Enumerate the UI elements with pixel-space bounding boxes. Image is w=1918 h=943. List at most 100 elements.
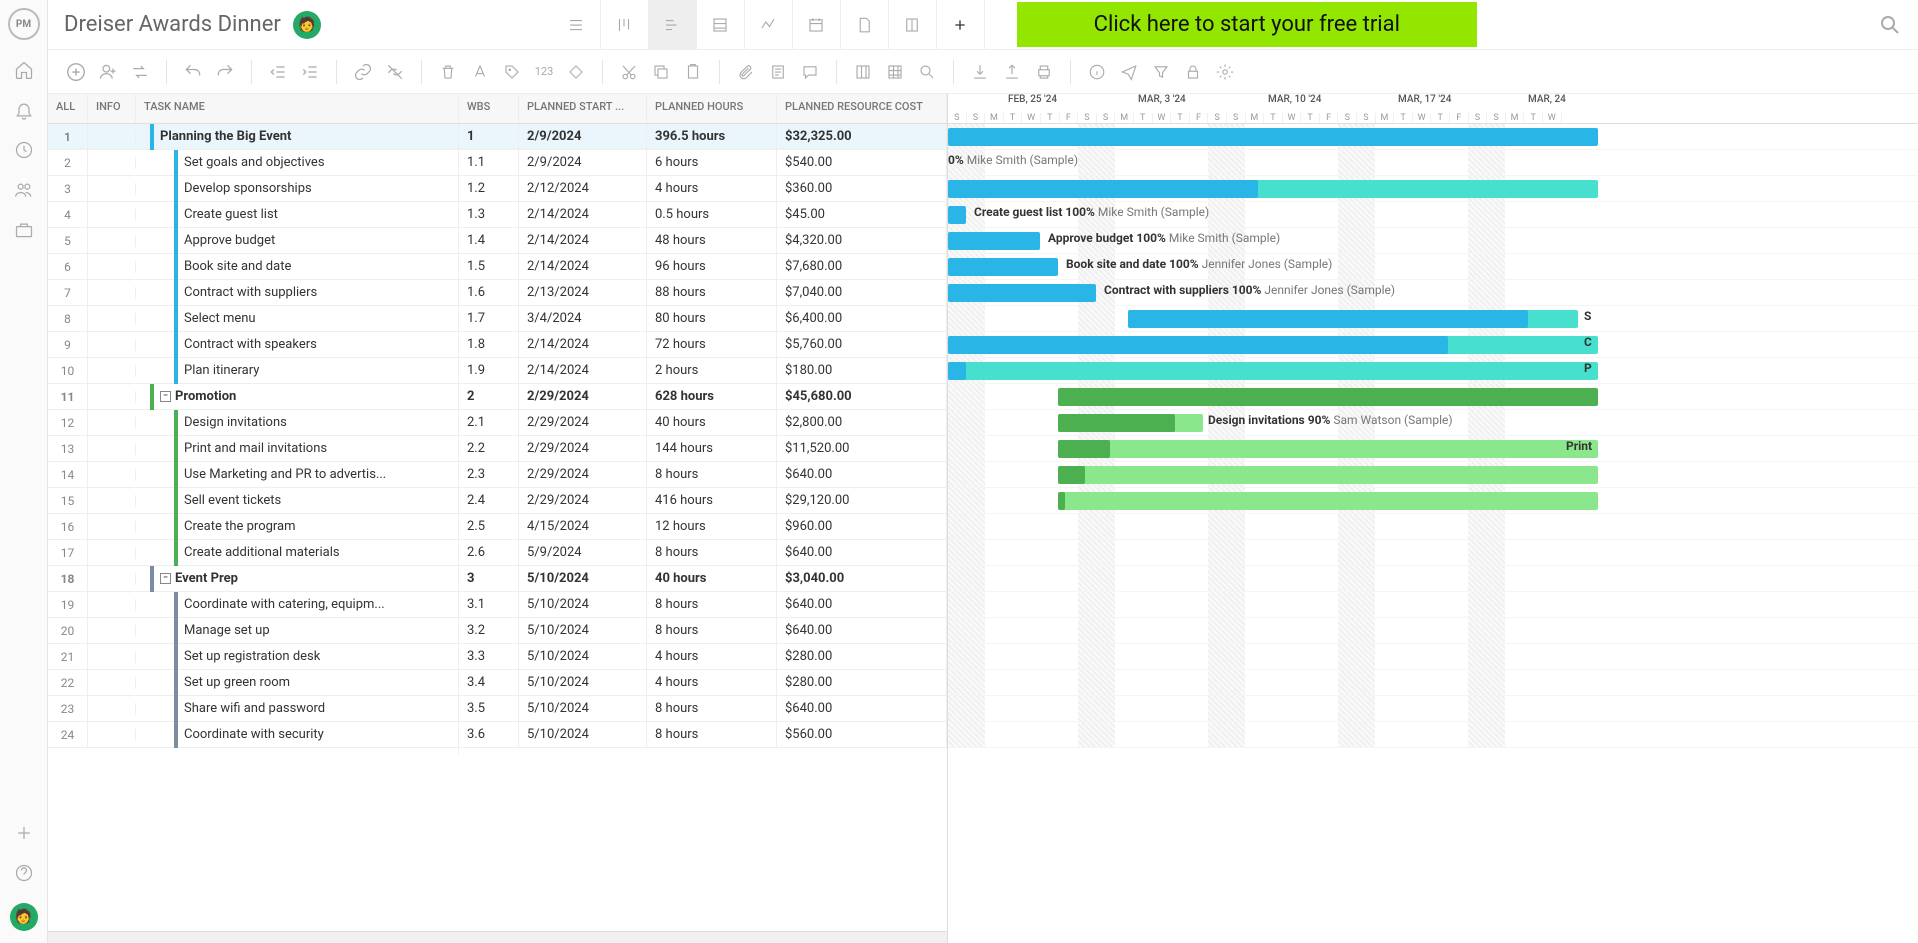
gantt-row[interactable]: S <box>948 306 1918 332</box>
cost-cell[interactable]: $6,400.00 <box>777 305 947 332</box>
col-start[interactable]: PLANNED START ... <box>519 94 647 123</box>
gantt-row[interactable] <box>948 670 1918 696</box>
gantt-row[interactable] <box>948 722 1918 748</box>
start-cell[interactable]: 2/29/2024 <box>519 487 647 514</box>
wbs-cell[interactable]: 3.6 <box>459 721 519 748</box>
collapse-icon[interactable]: − <box>160 573 171 584</box>
hours-cell[interactable]: 4 hours <box>647 643 777 670</box>
hours-cell[interactable]: 8 hours <box>647 461 777 488</box>
gantt-row[interactable]: Design invitations 90% Sam Watson (Sampl… <box>948 410 1918 436</box>
start-cell[interactable]: 2/29/2024 <box>519 461 647 488</box>
wbs-cell[interactable]: 1.9 <box>459 357 519 384</box>
cost-cell[interactable]: $32,325.00 <box>777 124 947 150</box>
col-name[interactable]: TASK NAME <box>136 94 459 123</box>
gantt-row[interactable] <box>948 462 1918 488</box>
gantt-row[interactable] <box>948 696 1918 722</box>
cost-cell[interactable]: $640.00 <box>777 461 947 488</box>
gantt-bar[interactable] <box>948 258 1058 276</box>
gantt-bar[interactable] <box>948 180 1258 198</box>
start-cell[interactable]: 2/9/2024 <box>519 124 647 150</box>
wbs-cell[interactable]: 1.7 <box>459 305 519 332</box>
gantt-row[interactable]: P <box>948 358 1918 384</box>
unlink-icon[interactable] <box>383 60 407 84</box>
cost-cell[interactable]: $7,680.00 <box>777 253 947 280</box>
start-cell[interactable]: 2/29/2024 <box>519 435 647 462</box>
wbs-cell[interactable]: 3 <box>459 565 519 592</box>
gantt-bar-trail[interactable] <box>1058 466 1598 484</box>
cta-button[interactable]: Click here to start your free trial <box>1017 2 1477 47</box>
gantt-row[interactable] <box>948 384 1918 410</box>
start-cell[interactable]: 2/14/2024 <box>519 253 647 280</box>
hours-cell[interactable]: 2 hours <box>647 357 777 384</box>
redo-icon[interactable] <box>213 60 237 84</box>
start-cell[interactable]: 5/10/2024 <box>519 565 647 592</box>
collapse-icon[interactable]: − <box>160 391 171 402</box>
col-cost[interactable]: PLANNED RESOURCE COST <box>777 94 947 123</box>
cost-cell[interactable]: $280.00 <box>777 643 947 670</box>
hours-cell[interactable]: 4 hours <box>647 669 777 696</box>
hours-cell[interactable]: 4 hours <box>647 175 777 202</box>
start-cell[interactable]: 5/10/2024 <box>519 643 647 670</box>
horizontal-scrollbar[interactable] <box>48 931 947 943</box>
cost-cell[interactable]: $180.00 <box>777 357 947 384</box>
gantt-row[interactable] <box>948 540 1918 566</box>
gantt-row[interactable] <box>948 566 1918 592</box>
hours-cell[interactable]: 144 hours <box>647 435 777 462</box>
columns-icon[interactable] <box>851 60 875 84</box>
zoom-icon[interactable] <box>915 60 939 84</box>
wbs-cell[interactable]: 1.8 <box>459 331 519 358</box>
gantt-row[interactable] <box>948 644 1918 670</box>
start-cell[interactable]: 5/10/2024 <box>519 721 647 748</box>
tab-add[interactable] <box>937 0 985 50</box>
cost-cell[interactable]: $560.00 <box>777 721 947 748</box>
gantt-row[interactable]: Create guest list 100% Mike Smith (Sampl… <box>948 202 1918 228</box>
add-person-icon[interactable] <box>96 60 120 84</box>
cost-cell[interactable]: $11,520.00 <box>777 435 947 462</box>
gantt-bar-trail[interactable] <box>1058 492 1598 510</box>
gantt-row[interactable]: C <box>948 332 1918 358</box>
outdent-icon[interactable] <box>266 60 290 84</box>
gantt-row[interactable] <box>948 618 1918 644</box>
start-cell[interactable]: 5/10/2024 <box>519 591 647 618</box>
tab-calendar[interactable] <box>793 0 841 50</box>
wbs-cell[interactable]: 3.1 <box>459 591 519 618</box>
hours-cell[interactable]: 48 hours <box>647 227 777 254</box>
delete-icon[interactable] <box>436 60 460 84</box>
tab-file[interactable] <box>841 0 889 50</box>
gantt-bar[interactable] <box>1058 388 1598 406</box>
hours-cell[interactable]: 40 hours <box>647 565 777 592</box>
col-hours[interactable]: PLANNED HOURS <box>647 94 777 123</box>
swap-icon[interactable] <box>128 60 152 84</box>
gantt-bar-trail[interactable] <box>1058 440 1598 458</box>
clock-icon[interactable] <box>14 140 34 160</box>
wbs-cell[interactable]: 2.6 <box>459 539 519 566</box>
start-cell[interactable]: 2/14/2024 <box>519 331 647 358</box>
tab-workload[interactable] <box>745 0 793 50</box>
hours-cell[interactable]: 628 hours <box>647 383 777 410</box>
wbs-cell[interactable]: 1.4 <box>459 227 519 254</box>
start-cell[interactable]: 2/29/2024 <box>519 409 647 436</box>
hours-cell[interactable]: 80 hours <box>647 305 777 332</box>
info-icon[interactable] <box>1085 60 1109 84</box>
start-cell[interactable]: 2/14/2024 <box>519 227 647 254</box>
hours-cell[interactable]: 6 hours <box>647 149 777 176</box>
hours-cell[interactable]: 8 hours <box>647 591 777 618</box>
search-icon[interactable] <box>1878 13 1902 37</box>
wbs-cell[interactable]: 3.2 <box>459 617 519 644</box>
start-cell[interactable]: 5/10/2024 <box>519 695 647 722</box>
gantt-row[interactable] <box>948 514 1918 540</box>
start-cell[interactable]: 4/15/2024 <box>519 513 647 540</box>
start-cell[interactable]: 2/29/2024 <box>519 383 647 410</box>
cost-cell[interactable]: $45,680.00 <box>777 383 947 410</box>
paste-icon[interactable] <box>681 60 705 84</box>
cost-cell[interactable]: $640.00 <box>777 695 947 722</box>
wbs-cell[interactable]: 2.1 <box>459 409 519 436</box>
home-icon[interactable] <box>14 60 34 80</box>
cost-cell[interactable]: $640.00 <box>777 539 947 566</box>
start-cell[interactable]: 2/14/2024 <box>519 201 647 228</box>
col-all[interactable]: ALL <box>48 94 88 123</box>
wbs-cell[interactable]: 1.5 <box>459 253 519 280</box>
start-cell[interactable]: 5/9/2024 <box>519 539 647 566</box>
wbs-cell[interactable]: 3.5 <box>459 695 519 722</box>
user-avatar[interactable]: 🧑 <box>10 903 38 931</box>
